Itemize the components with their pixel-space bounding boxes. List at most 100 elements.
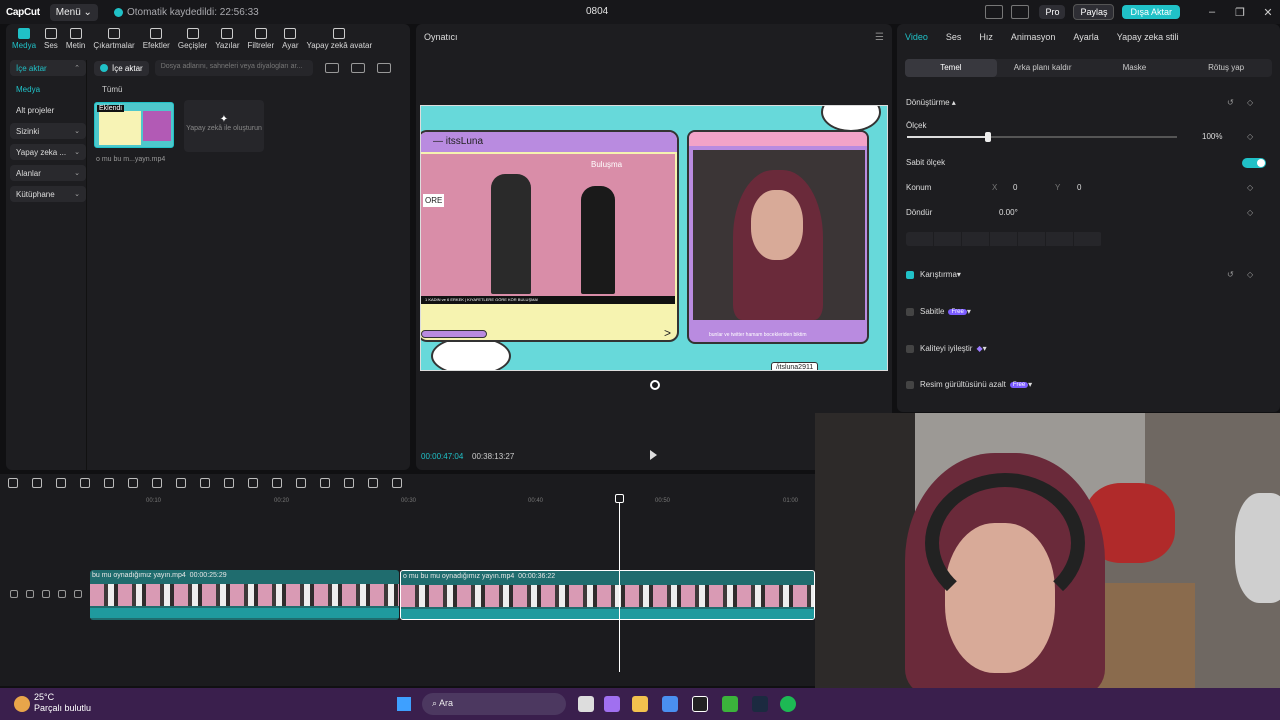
media-thumbnail[interactable]: Eklendi <box>94 102 174 148</box>
undo-icon[interactable] <box>32 478 42 488</box>
align-distribute-icon[interactable] <box>1074 232 1102 246</box>
ai-effect-icon[interactable] <box>392 478 402 488</box>
uniform-scale-toggle[interactable] <box>1242 158 1266 168</box>
close-button[interactable]: ✕ <box>1256 6 1280 19</box>
sidebar-item-spaces[interactable]: Alanlar ⌄ <box>10 165 86 181</box>
transform-header[interactable]: Dönüştürme ▴ <box>906 98 956 107</box>
windows-start-icon[interactable] <box>397 697 411 711</box>
stabilize-row[interactable]: Sabitle Free ▾ <box>906 307 971 316</box>
rotate-value-input[interactable]: 0.00° <box>999 208 1018 217</box>
filter-icon[interactable] <box>376 63 391 73</box>
preview-canvas[interactable]: — itssLuna Buluşma ORE 1 KADIN ve 6 ERKE… <box>420 105 888 371</box>
denoise-checkbox[interactable] <box>906 380 914 389</box>
task-view-icon[interactable] <box>578 696 594 712</box>
tab-adjust[interactable]: Ayar <box>282 28 298 52</box>
enhance-row[interactable]: Kaliteyi iyileştir ◆ ▾ <box>906 344 987 353</box>
redo-icon[interactable] <box>56 478 66 488</box>
keyframe-icon[interactable]: ◇ <box>1247 183 1253 192</box>
reset-icon[interactable]: ↺ <box>1227 270 1234 279</box>
playhead[interactable] <box>619 496 620 672</box>
steam-icon[interactable] <box>752 696 768 712</box>
export-button[interactable]: Dışa Aktar <box>1122 5 1180 19</box>
tab-captions[interactable]: Yazılar <box>215 28 240 52</box>
freeze-icon[interactable] <box>248 478 258 488</box>
more-icon[interactable] <box>74 590 82 598</box>
tab-audio[interactable]: Ses <box>946 32 962 42</box>
scale-slider[interactable] <box>907 132 1177 142</box>
spotify-icon[interactable] <box>780 696 796 712</box>
eye-icon[interactable] <box>42 590 50 598</box>
tab-effects[interactable]: Efektler <box>143 28 170 52</box>
record-icon[interactable] <box>650 380 660 390</box>
split-right-icon[interactable] <box>128 478 138 488</box>
blend-checkbox[interactable] <box>906 270 914 279</box>
tab-adjust[interactable]: Ayarla <box>1073 32 1098 42</box>
align-left-icon[interactable] <box>906 232 934 246</box>
filter-all-label[interactable]: Tümü <box>102 85 122 94</box>
keyframe-icon[interactable]: ◇ <box>1247 132 1253 141</box>
keyframe-icon[interactable]: ◇ <box>1247 98 1253 107</box>
sidebar-item-library[interactable]: Kütüphane ⌄ <box>10 186 86 202</box>
denoise-row[interactable]: Resim gürültüsünü azalt Free ▾ <box>906 380 1032 389</box>
align-top-icon[interactable] <box>990 232 1018 246</box>
tab-video[interactable]: Video <box>905 32 928 42</box>
sidebar-item-yours[interactable]: Sizinki ⌄ <box>10 123 86 139</box>
file-explorer-icon[interactable] <box>632 696 648 712</box>
subtab-mask[interactable]: Maske <box>1089 59 1181 77</box>
y-value-input[interactable]: 0 <box>1077 183 1081 192</box>
align-middle-icon[interactable] <box>1018 232 1046 246</box>
sidebar-item-ai[interactable]: Yapay zeka ... ⌄ <box>10 144 86 160</box>
layout-icon[interactable] <box>985 5 1004 19</box>
timeline-clip-selected[interactable]: o mu bu mu oynadığımız yayın.mp4 00:00:3… <box>400 570 815 620</box>
delete-icon[interactable] <box>152 478 162 488</box>
tab-text[interactable]: Metin <box>66 28 85 52</box>
tab-filters[interactable]: Filtreler <box>248 28 274 52</box>
tab-transitions[interactable]: Geçişler <box>178 28 207 52</box>
weather-widget[interactable]: 25°C Parçalı bulutlu <box>14 692 91 714</box>
player-menu-icon[interactable]: ☰ <box>875 32 884 43</box>
subtab-retouch[interactable]: Rötuş yap <box>1180 59 1272 77</box>
align-right-icon[interactable] <box>962 232 990 246</box>
auto-reframe-icon[interactable] <box>296 478 306 488</box>
blend-row[interactable]: Karıştırma ▾ <box>906 270 961 279</box>
enhance-checkbox[interactable] <box>906 344 914 353</box>
playhead-handle[interactable] <box>615 494 624 503</box>
sidebar-item-import[interactable]: İçe aktar ⌃ <box>10 60 86 76</box>
store-icon[interactable] <box>662 696 678 712</box>
sort-icon[interactable] <box>350 63 365 73</box>
cover-icon[interactable] <box>10 590 18 598</box>
camera-icon[interactable] <box>368 478 378 488</box>
project-title[interactable]: 0804 <box>586 6 608 17</box>
import-button[interactable]: İçe aktar <box>94 60 149 76</box>
tab-animation[interactable]: Animasyon <box>1011 32 1056 42</box>
pro-button[interactable]: Pro <box>1039 5 1066 19</box>
reset-icon[interactable]: ↺ <box>1227 98 1234 107</box>
scale-slider-knob[interactable] <box>985 132 991 142</box>
sidebar-item-subprojects[interactable]: Alt projeler <box>10 102 86 118</box>
x-value-input[interactable]: 0 <box>1013 183 1017 192</box>
ai-create-card[interactable]: ✦ Yapay zekâ ile oluşturun <box>184 100 264 152</box>
xbox-icon[interactable] <box>722 696 738 712</box>
capcut-icon[interactable] <box>692 696 708 712</box>
keyframe-icon[interactable]: ◇ <box>1247 270 1253 279</box>
sidebar-item-media[interactable]: Medya <box>10 81 86 97</box>
taskbar-search[interactable]: ⌕ Ara <box>422 693 566 715</box>
mute-icon[interactable] <box>58 590 66 598</box>
shortcuts-icon[interactable] <box>1011 5 1030 19</box>
tab-ai-avatar[interactable]: Yapay zekâ avatar <box>306 28 372 52</box>
lock-icon[interactable] <box>26 590 34 598</box>
tab-media[interactable]: Medya <box>12 28 36 52</box>
subtitle-icon[interactable] <box>344 478 354 488</box>
crop-icon[interactable] <box>200 478 210 488</box>
tab-stickers[interactable]: Çıkartmalar <box>93 28 135 52</box>
media-search-input[interactable]: Dosya adlarını, sahneleri veya diyalogla… <box>154 60 313 76</box>
split-icon[interactable] <box>80 478 90 488</box>
maximize-button[interactable]: ❐ <box>1228 6 1252 19</box>
magic-icon[interactable] <box>320 478 330 488</box>
tab-ai-style[interactable]: Yapay zeka stili <box>1117 32 1179 42</box>
align-center-icon[interactable] <box>934 232 962 246</box>
select-tool-icon[interactable] <box>8 478 18 488</box>
mirror-icon[interactable] <box>272 478 282 488</box>
share-button[interactable]: Paylaş <box>1073 4 1115 20</box>
tab-audio[interactable]: Ses <box>44 28 58 52</box>
